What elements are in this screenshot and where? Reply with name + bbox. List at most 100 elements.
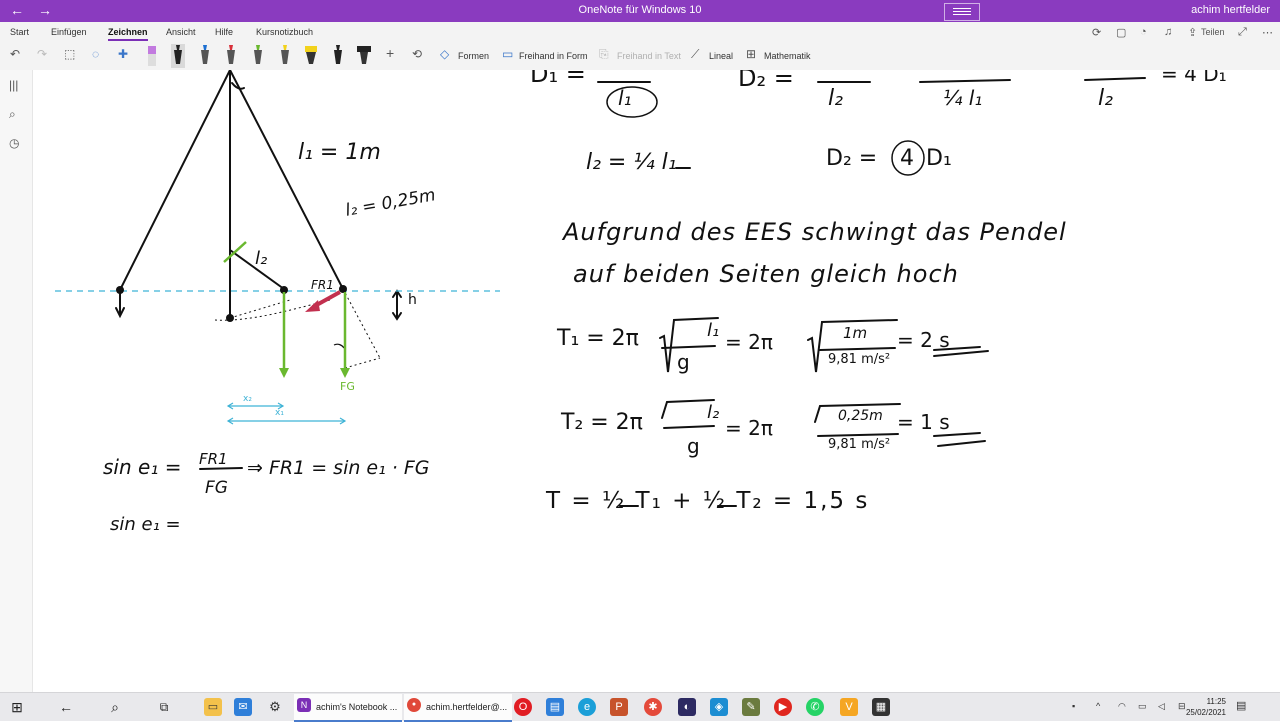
recent-icon[interactable]: ◷ [9, 136, 19, 150]
whatsapp-icon[interactable]: ✆ [806, 698, 824, 716]
t2-num: 0,25m [838, 408, 883, 424]
t2-lhs: T₂ = 2π [561, 410, 643, 435]
eq-top-d1: D₁ = [530, 70, 586, 88]
freihand-in-text-button[interactable]: Freihand in Text [617, 51, 681, 61]
mail-icon[interactable]: ✉ [234, 698, 252, 716]
tray-battery-icon[interactable]: ▭ [1138, 701, 1147, 712]
user-name[interactable]: achim hertfelder [1191, 4, 1270, 16]
eq-l2: l₂ = ¼ l₁ [586, 150, 677, 175]
note-canvas[interactable]: D₁ = l₁ D₂ = l₂ ¼ l₁ l₂ = 4 D₁ l₁ = 1m l… [33, 70, 1280, 692]
label-l1: l₁ = 1m [298, 140, 381, 165]
tab-ansicht[interactable]: Ansicht [166, 27, 196, 37]
task-view-icon[interactable]: ⧉ [155, 698, 173, 716]
onenote-icon: N [297, 698, 311, 712]
app-icon-1[interactable]: ✱ [644, 698, 662, 716]
lineal-button[interactable]: Lineal [709, 51, 733, 61]
file-explorer-icon[interactable]: ▭ [204, 698, 222, 716]
edge-icon[interactable]: e [578, 698, 596, 716]
pen-3-icon[interactable] [198, 44, 212, 68]
eq-top-frac-c: l₂ [1098, 86, 1113, 111]
teilen-button[interactable]: Teilen [1201, 27, 1225, 37]
t1-num: 1m [843, 324, 868, 342]
more-icon[interactable]: ⋯ [1262, 26, 1273, 39]
windows-start-icon[interactable]: ⊞ [8, 698, 26, 716]
t2-result: = 1 s [897, 410, 950, 434]
eq-d2-four: 4 [900, 146, 914, 171]
eraser-select-icon[interactable]: ◌ [92, 47, 99, 61]
t1-frac-den: g [677, 350, 690, 374]
t1-frac-num: l₁ [707, 320, 720, 341]
powerpoint-icon[interactable]: P [610, 698, 628, 716]
shapes-icon[interactable]: ◇ [440, 47, 449, 61]
label-fg: FG [340, 380, 355, 393]
t2-den: 9,81 m/s² [828, 437, 891, 452]
insert-space-icon[interactable]: ✚ [118, 47, 128, 61]
draw-toolbar: ↶ ↷ ⬚ ◌ ✚ + ⟲ ◇ Formen ▭ Freihand in For… [0, 26, 1280, 71]
app-icon-3[interactable]: ◈ [710, 698, 728, 716]
taskbar-onenote-button[interactable]: N achim's Notebook ... [294, 694, 402, 722]
pen-1-icon[interactable] [145, 44, 159, 68]
pen-2-icon[interactable] [171, 44, 185, 68]
window-title: OneNote für Windows 10 [578, 4, 702, 16]
app-icon-4[interactable]: ✎ [742, 698, 760, 716]
notebooks-icon[interactable]: ||| [9, 78, 18, 92]
sin-line-2: sin e₁ = [110, 514, 181, 535]
taskbar-search-icon[interactable]: ⌕ [106, 698, 124, 716]
pen-8-icon[interactable] [331, 44, 345, 68]
app-icon-5[interactable]: ▶ [774, 698, 792, 716]
eq-top-frac-a: l₂ [828, 86, 843, 111]
label-l2-short: l₂ [255, 248, 268, 269]
add-pen-icon[interactable]: + [386, 45, 394, 61]
tab-kursnotizbuch[interactable]: Kursnotizbuch [256, 27, 313, 37]
highlighter-icon[interactable] [304, 44, 318, 68]
label-x2: x₂ [243, 394, 252, 404]
ruler-icon[interactable]: ⟋ [691, 47, 699, 62]
tab-start[interactable]: Start [10, 27, 29, 37]
lightbulb-icon[interactable]: ◔ [1140, 26, 1147, 38]
clock-time: 11:25 [1206, 697, 1226, 706]
clock[interactable]: 11:25 25/02/2021 [1186, 696, 1226, 718]
pen-6-icon[interactable] [278, 44, 292, 68]
app-icon-2[interactable]: ◐ [678, 698, 696, 716]
notification-icon[interactable]: ▤ [1236, 699, 1246, 712]
eq-d2: D₂ = [826, 146, 878, 171]
ink-replay-icon[interactable]: ⟲ [412, 47, 422, 61]
tray-wifi-icon[interactable]: ◠ [1118, 701, 1126, 712]
ribbon-tabs: Start Einfügen Zeichnen Ansicht Hilfe Ku… [0, 22, 1280, 42]
share-icon[interactable]: ⇪ [1188, 26, 1197, 39]
settings-icon[interactable]: ⚙ [266, 698, 284, 716]
tray-language-icon[interactable]: ⊟ [1178, 701, 1186, 712]
tab-einfuegen[interactable]: Einfügen [51, 27, 87, 37]
eq-top-l1: l₁ [618, 86, 632, 110]
opera-icon[interactable]: O [514, 698, 532, 716]
pen-5-icon[interactable] [251, 44, 265, 68]
tray-volume-icon[interactable]: ◁ [1158, 701, 1165, 712]
tray-chevron-icon[interactable]: ^ [1096, 701, 1100, 711]
bell-icon[interactable]: ♫ [1164, 26, 1172, 38]
taskbar-back-icon[interactable]: ← [57, 698, 75, 716]
vlc-icon[interactable]: V [840, 698, 858, 716]
windows-taskbar: ⊞ ← ⌕ ⧉ ▭ ✉ ⚙ N achim's Notebook ... ● a… [0, 692, 1280, 722]
ink-to-shape-icon[interactable]: ▭ [502, 47, 513, 61]
mathematik-button[interactable]: Mathematik [764, 51, 811, 61]
taskbar-chrome-button[interactable]: ● achim.hertfelder@... [404, 694, 512, 722]
tablet-mode-icon[interactable] [944, 3, 980, 21]
lasso-select-icon[interactable]: ⬚ [64, 47, 75, 61]
photos-icon[interactable]: ▤ [546, 698, 564, 716]
redo-icon[interactable]: ↷ [37, 47, 47, 61]
tab-zeichnen[interactable]: Zeichnen [108, 27, 148, 41]
pen-4-icon[interactable] [224, 44, 238, 68]
sync-icon[interactable]: ⟳ [1092, 26, 1101, 39]
undo-icon[interactable]: ↶ [10, 47, 20, 61]
search-icon[interactable]: ⌕ [9, 107, 16, 122]
t1-den: 9,81 m/s² [828, 352, 891, 367]
feed-icon[interactable]: ▢ [1116, 26, 1126, 39]
formen-button[interactable]: Formen [458, 51, 489, 61]
freihand-in-form-button[interactable]: Freihand in Form [519, 51, 588, 61]
expand-icon[interactable]: ⤢ [1238, 26, 1247, 39]
tray-network-icon[interactable]: ▪ [1072, 701, 1075, 711]
math-icon[interactable]: ⊞ [746, 47, 756, 61]
tab-hilfe[interactable]: Hilfe [215, 27, 233, 37]
pen-9-icon[interactable] [357, 44, 371, 68]
app-icon-6[interactable]: ▦ [872, 698, 890, 716]
